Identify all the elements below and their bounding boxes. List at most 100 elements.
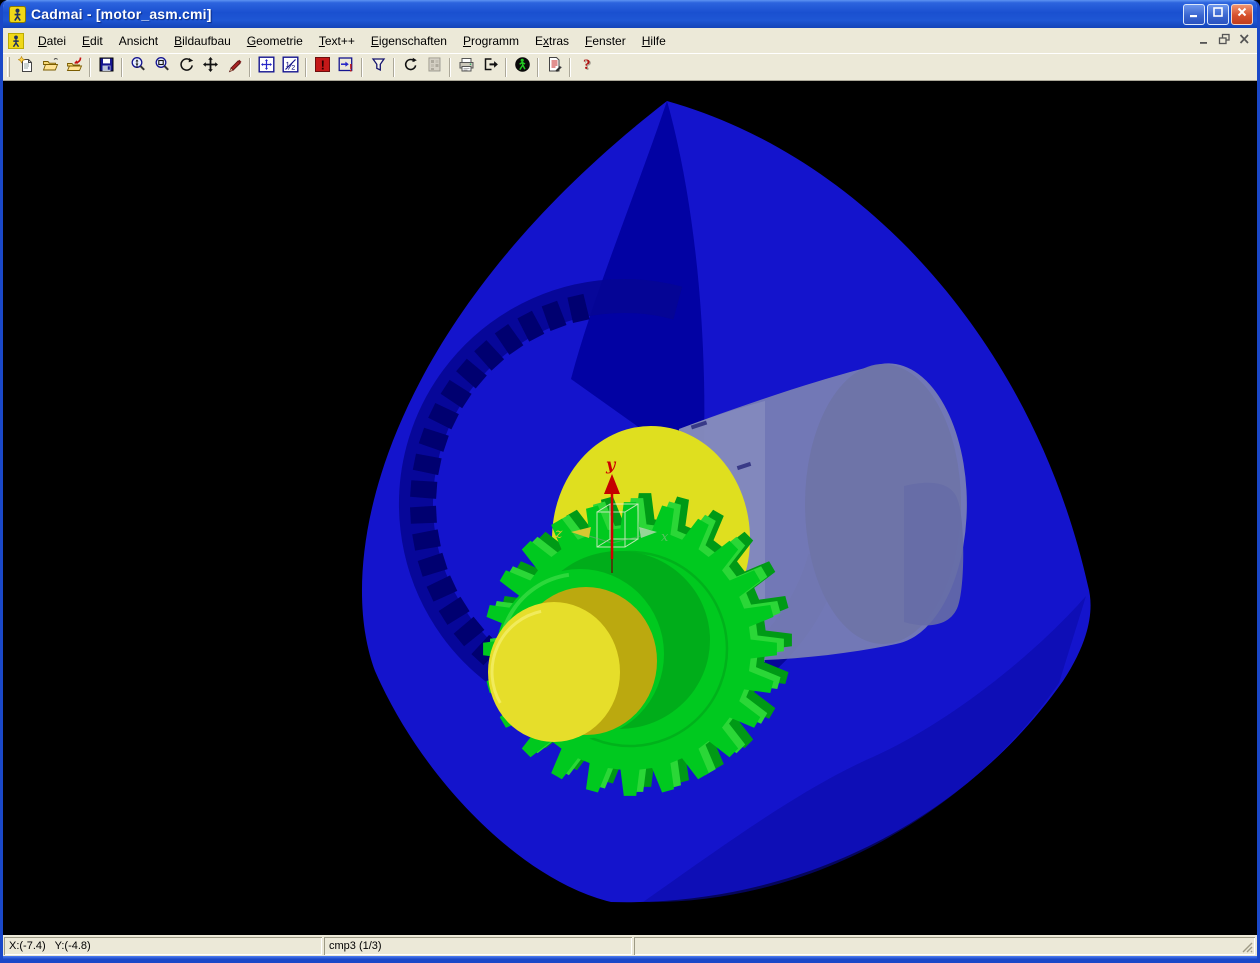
window-bottom-frame: [3, 956, 1257, 963]
toolbar-print-button[interactable]: [454, 56, 478, 79]
toolbar-zoom-window-button[interactable]: [150, 56, 174, 79]
mdi-minimize-icon: [1198, 33, 1211, 48]
menu-programm[interactable]: Programm: [455, 30, 527, 52]
assembly-icon: [426, 56, 443, 78]
window-controls: [1183, 4, 1253, 25]
resize-grip[interactable]: [1241, 941, 1254, 954]
axis-label-x: x: [661, 530, 669, 545]
toolbar-export-button[interactable]: [478, 56, 502, 79]
toolbar-buttons: ½!!??: [14, 56, 598, 79]
toolbar-pan-view-button[interactable]: [198, 56, 222, 79]
menu-datei[interactable]: Datei: [30, 30, 74, 52]
redline-pen-icon: [226, 56, 243, 78]
window-title: Cadmai - [motor_asm.cmi]: [31, 6, 1183, 22]
menu-text[interactable]: Text++: [311, 30, 363, 52]
minimize-icon: [1188, 5, 1200, 23]
menu-eigenschaften[interactable]: Eigenschaften: [363, 30, 455, 52]
application-window: Cadmai - [motor_asm.cmi] DateiEditAnsich…: [0, 0, 1260, 963]
mdi-minimize-button[interactable]: [1195, 33, 1213, 49]
maximize-icon: [1212, 5, 1224, 23]
toolbar-separator: [249, 58, 251, 77]
toolbar-run-program-button[interactable]: [510, 56, 534, 79]
toolbar-help-button[interactable]: ??: [574, 56, 598, 79]
filter-icon: [370, 56, 387, 78]
component-readout: cmp3 (1/3): [329, 940, 382, 952]
status-bar: X:(-7.4) Y:(-4.8) cmp3 (1/3): [3, 935, 1257, 956]
toolbar-save-button[interactable]: [94, 56, 118, 79]
zoom-dynamic-icon: [130, 56, 147, 78]
goto-error-icon: !: [338, 56, 355, 78]
toolbar-stop-error-button[interactable]: !: [310, 56, 334, 79]
toolbar-zoom-fit-button[interactable]: [254, 56, 278, 79]
toolbar-new-document-button[interactable]: [14, 56, 38, 79]
stop-error-icon: !: [314, 56, 331, 78]
title-bar[interactable]: Cadmai - [motor_asm.cmi]: [3, 0, 1257, 28]
toolbar-filter-button[interactable]: [366, 56, 390, 79]
toolbar-import-file-button[interactable]: [62, 56, 86, 79]
axis-label-z: z: [554, 526, 563, 542]
toolbar-separator: [305, 58, 307, 77]
toolbar-separator: [537, 58, 539, 77]
menu-ansicht[interactable]: Ansicht: [111, 30, 166, 52]
scale-half-icon: ½: [282, 56, 299, 78]
menu-items: DateiEditAnsichtBildaufbauGeometrieText+…: [30, 30, 674, 52]
toolbar: ½!!??: [3, 54, 1257, 81]
rotate-view-icon: [178, 56, 195, 78]
toolbar-rotate-view-button[interactable]: [174, 56, 198, 79]
toolbar-scale-half-button[interactable]: ½: [278, 56, 302, 79]
export-icon: [482, 56, 499, 78]
toolbar-separator: [361, 58, 363, 77]
viewport-scene[interactable]: z x y: [3, 81, 1257, 935]
close-button[interactable]: [1231, 4, 1253, 25]
svg-text:!: !: [349, 63, 353, 74]
open-file-icon: [42, 56, 59, 78]
print-icon: [458, 56, 475, 78]
toolbar-redline-pen-button[interactable]: [222, 56, 246, 79]
toolbar-refresh-button[interactable]: [398, 56, 422, 79]
coordinate-readout: X:(-7.4) Y:(-4.8): [9, 940, 91, 952]
minimize-button[interactable]: [1183, 4, 1205, 25]
close-icon: [1236, 5, 1248, 23]
zoom-window-icon: [154, 56, 171, 78]
toolbar-open-file-button[interactable]: [38, 56, 62, 79]
menu-bildaufbau[interactable]: Bildaufbau: [166, 30, 239, 52]
menu-hilfe[interactable]: Hilfe: [634, 30, 674, 52]
toolbar-separator: [449, 58, 451, 77]
toolbar-report-document-button[interactable]: [542, 56, 566, 79]
toolbar-assembly-button: [422, 56, 446, 79]
menu-geometrie[interactable]: Geometrie: [239, 30, 311, 52]
toolbar-drag-handle[interactable]: [7, 57, 10, 77]
app-icon[interactable]: [9, 6, 26, 23]
run-program-icon: [514, 56, 531, 78]
status-coordinates: X:(-7.4) Y:(-4.8): [4, 937, 322, 955]
toolbar-goto-error-button[interactable]: !: [334, 56, 358, 79]
toolbar-separator: [89, 58, 91, 77]
mdi-close-button[interactable]: [1235, 33, 1253, 49]
toolbar-separator: [393, 58, 395, 77]
mdi-window-controls: [1195, 33, 1255, 49]
shaft-stub[interactable]: [904, 483, 963, 626]
toolbar-separator: [121, 58, 123, 77]
menu-fenster[interactable]: Fenster: [577, 30, 634, 52]
3d-viewport[interactable]: z x y: [3, 81, 1257, 935]
status-component: cmp3 (1/3): [324, 937, 632, 955]
menu-extras[interactable]: Extras: [527, 30, 577, 52]
toolbar-separator: [569, 58, 571, 77]
menu-edit[interactable]: Edit: [74, 30, 111, 52]
mdi-restore-icon: [1218, 33, 1231, 48]
mdi-restore-button[interactable]: [1215, 33, 1233, 49]
svg-text:?: ?: [583, 57, 591, 73]
axis-label-y: y: [605, 455, 617, 474]
toolbar-separator: [505, 58, 507, 77]
toolbar-zoom-dynamic-button[interactable]: [126, 56, 150, 79]
zoom-fit-icon: [258, 56, 275, 78]
gear-shaft-stub[interactable]: [488, 602, 620, 742]
refresh-icon: [402, 56, 419, 78]
save-icon: [98, 56, 115, 78]
report-document-icon: [546, 56, 563, 78]
mdi-document-icon[interactable]: [8, 33, 24, 49]
import-file-icon: [66, 56, 83, 78]
maximize-button[interactable]: [1207, 4, 1229, 25]
menu-bar: DateiEditAnsichtBildaufbauGeometrieText+…: [3, 28, 1257, 54]
pan-view-icon: [202, 56, 219, 78]
